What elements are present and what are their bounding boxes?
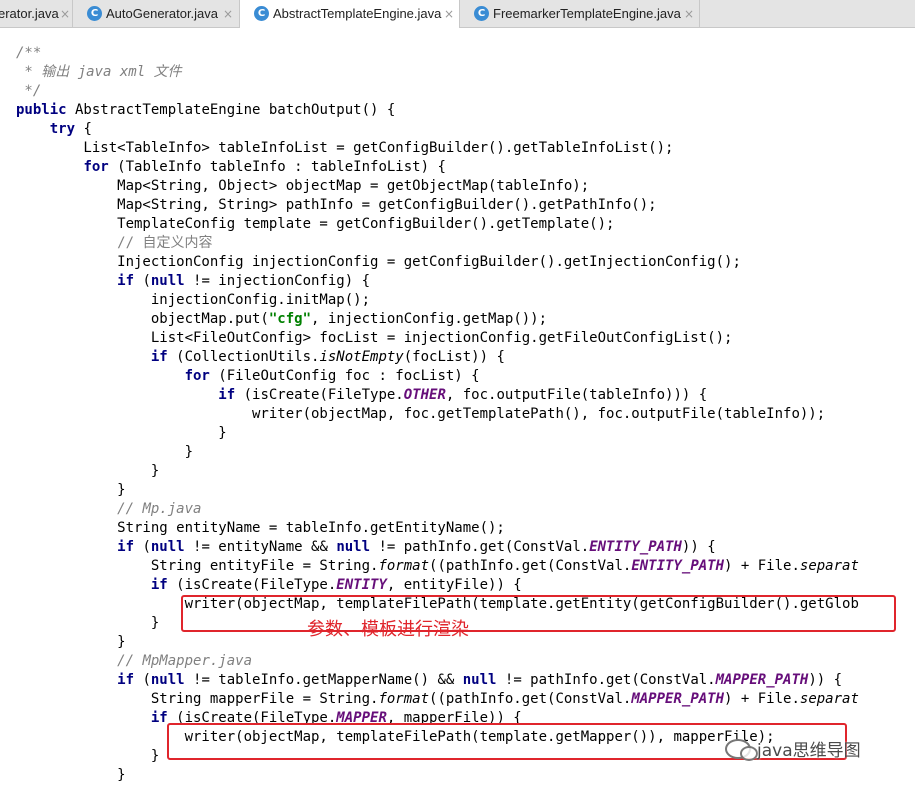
code-line: // 自定义内容 (117, 235, 213, 251)
code-line: if (null != injectionConfig) { (117, 273, 371, 289)
code-editor[interactable]: /** * 输出 java xml 文件 */ public AbstractTe… (0, 28, 915, 787)
tab-label: FreemarkerTemplateEngine.java (493, 6, 681, 21)
watermark-text: java思维导图 (757, 741, 861, 761)
tab-autogenerator-java[interactable]: C AutoGenerator.java × (73, 0, 240, 28)
code-line: if (isCreate(FileType.OTHER, foc.outputF… (218, 387, 708, 403)
code-line: public AbstractTemplateEngine batchOutpu… (16, 102, 396, 118)
code-line: String entityName = tableInfo.getEntityN… (16, 520, 505, 536)
close-icon[interactable]: × (684, 0, 694, 28)
code-line: */ (16, 83, 42, 99)
code-line: * 输出 java xml 文件 (16, 64, 182, 80)
code-line: List<TableInfo> tableInfoList = getConfi… (16, 140, 674, 156)
code-line: } (16, 482, 126, 498)
code-line: } (16, 425, 227, 441)
code-line: } (16, 444, 194, 460)
code-line: /** (16, 45, 42, 61)
java-class-icon: C (87, 6, 102, 21)
code-line: for (TableInfo tableInfo : tableInfoList… (83, 159, 446, 175)
close-icon[interactable]: × (60, 0, 70, 28)
close-icon[interactable]: × (444, 0, 454, 28)
tab-erator-java[interactable]: erator.java × (0, 0, 73, 28)
editor-tab-bar: erator.java × C AutoGenerator.java × C A… (0, 0, 915, 29)
code-line: try { (49, 121, 92, 137)
code-line: // MpMapper.java (117, 653, 253, 669)
watermark: java思维导图 (720, 734, 915, 764)
code-line: objectMap.put("cfg", injectionConfig.get… (16, 311, 548, 327)
code-line: } (16, 615, 160, 631)
tab-freemarkertemplateengine-java[interactable]: C FreemarkerTemplateEngine.java × (460, 0, 700, 28)
code-line: InjectionConfig injectionConfig = getCon… (16, 254, 741, 270)
code-line: String entityFile = String.format((pathI… (16, 558, 859, 574)
java-class-icon: C (474, 6, 489, 21)
code-line: writer(objectMap, foc.getTemplatePath(),… (16, 406, 826, 422)
code-line: injectionConfig.initMap(); (16, 292, 371, 308)
tab-abstracttemplateengine-java[interactable]: C AbstractTemplateEngine.java × (240, 0, 460, 29)
code-line: } (16, 748, 160, 764)
code-line: List<FileOutConfig> focList = injectionC… (16, 330, 733, 346)
code-line: if (null != tableInfo.getMapperName() &&… (117, 672, 843, 688)
close-icon[interactable]: × (223, 0, 233, 28)
code-line: if (CollectionUtils.isNotEmpty(focList))… (150, 349, 505, 365)
code-line: String mapperFile = String.format((pathI… (16, 691, 859, 707)
code-line: } (16, 767, 126, 783)
code-line: for (FileOutConfig foc : focList) { (184, 368, 480, 384)
code-line: } (16, 463, 160, 479)
code-line: TemplateConfig template = getConfigBuild… (16, 216, 615, 232)
code-line: Map<String, Object> objectMap = getObjec… (16, 178, 590, 194)
tab-label: AutoGenerator.java (106, 6, 219, 21)
code-line: if (null != entityName && null != pathIn… (117, 539, 716, 555)
tab-label: AbstractTemplateEngine.java (273, 6, 442, 21)
code-line: Map<String, String> pathInfo = getConfig… (16, 197, 657, 213)
highlight-box-entity-writer (181, 595, 896, 632)
code-line: if (isCreate(FileType.ENTITY, entityFile… (150, 577, 522, 593)
code-line: } (16, 634, 126, 650)
wechat-bubble-icon (740, 746, 758, 761)
code-line: // Mp.java (117, 501, 202, 517)
tab-label: erator.java (0, 6, 59, 21)
java-class-icon: C (254, 6, 269, 21)
annotation-text: 参数、模板进行渲染 (307, 619, 469, 640)
